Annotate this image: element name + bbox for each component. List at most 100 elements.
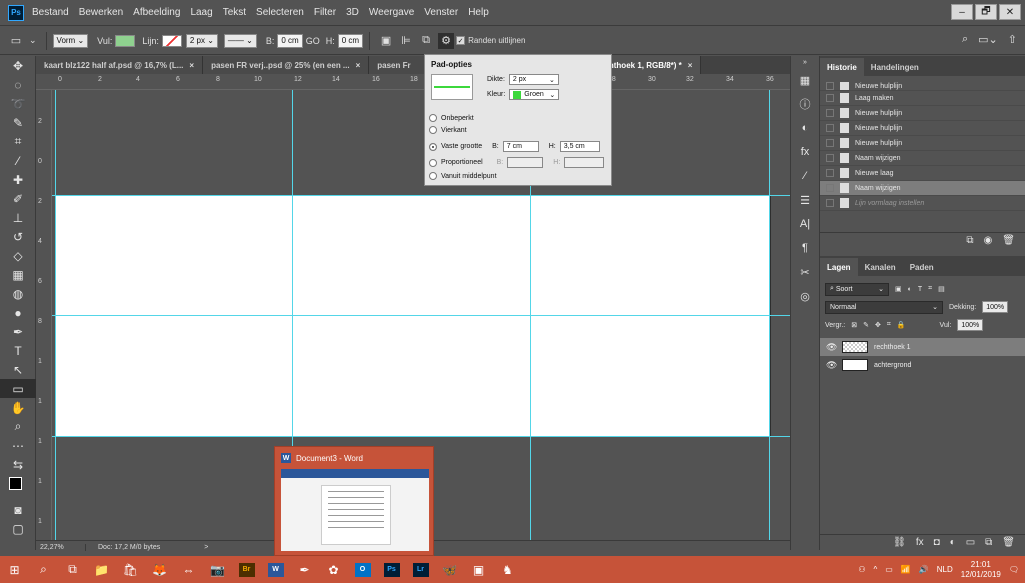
mode-select[interactable]: Vorm ⌄: [52, 33, 89, 48]
link-dimensions-icon[interactable]: GO: [306, 36, 320, 46]
rectangle-tool-icon[interactable]: ▭: [8, 33, 24, 49]
menu-help[interactable]: Help: [468, 7, 489, 18]
paint-app-icon[interactable]: ✿: [319, 556, 348, 583]
restore-button[interactable]: 🗗: [975, 4, 997, 20]
lock-position-icon[interactable]: ✥: [875, 321, 881, 329]
close-tab-icon[interactable]: ×: [189, 61, 194, 70]
path-alignment-icon[interactable]: ⊫: [398, 33, 414, 49]
tab-kaart[interactable]: kaart blz122 half af.psd @ 16,7% (L... ×: [36, 56, 204, 74]
character-panel-icon[interactable]: A|: [791, 212, 819, 236]
tab-paths[interactable]: Paden: [903, 258, 941, 276]
history-item-undone[interactable]: Lijn vormlaag instellen: [820, 196, 1025, 211]
stroke-type-select[interactable]: —— ⌄: [223, 33, 257, 48]
link-layers-icon[interactable]: ⛓: [893, 537, 906, 548]
prop-width-input[interactable]: [507, 157, 544, 168]
adjustments-panel-icon[interactable]: ◐: [791, 116, 819, 140]
history-item[interactable]: Laag maken: [820, 91, 1025, 106]
lasso-tool-icon[interactable]: ➰: [0, 94, 36, 113]
history-item[interactable]: Nieuwe hulplijn: [820, 136, 1025, 151]
prop-height-input[interactable]: [564, 157, 605, 168]
dodge-tool-icon[interactable]: ●: [0, 303, 36, 322]
menu-bestand[interactable]: Bestand: [32, 7, 69, 18]
word-app-icon[interactable]: W: [261, 556, 290, 583]
menu-3d[interactable]: 3D: [346, 7, 359, 18]
menu-venster[interactable]: Venster: [424, 7, 458, 18]
clock[interactable]: 21:01 12/01/2019: [961, 560, 1001, 580]
menu-laag[interactable]: Laag: [190, 7, 212, 18]
bridge-icon[interactable]: Br: [232, 556, 261, 583]
menu-bewerken[interactable]: Bewerken: [79, 7, 123, 18]
history-item[interactable]: Naam wijzigen: [820, 151, 1025, 166]
close-tab-icon[interactable]: ×: [688, 61, 693, 70]
healing-brush-tool-icon[interactable]: ✚: [0, 170, 36, 189]
delete-layer-icon[interactable]: 🗑: [1002, 537, 1015, 548]
history-item-selected[interactable]: Naam wijzigen: [820, 181, 1025, 196]
language-indicator[interactable]: NLD: [937, 565, 953, 574]
brush-tool-icon[interactable]: ✐: [0, 189, 36, 208]
visibility-eye-icon[interactable]: 👁: [826, 342, 837, 353]
zoom-level[interactable]: 22,27%: [36, 544, 86, 551]
properties-panel-icon[interactable]: ☰: [791, 188, 819, 212]
stroke-swatch[interactable]: [161, 34, 182, 47]
tool-preset-chevron-icon[interactable]: ⌄: [29, 35, 37, 46]
gear-icon[interactable]: ⚙: [438, 32, 455, 49]
move-tool-icon[interactable]: ✥: [0, 56, 36, 75]
tab-pasen-fr-verj[interactable]: pasen FR verj..psd @ 25% (en een ... ×: [203, 56, 370, 74]
lock-artboard-icon[interactable]: ⌗: [887, 321, 891, 329]
layer-row[interactable]: 👁 rechthoek 1: [820, 338, 1025, 356]
thickness-select[interactable]: 2 px ⌄: [508, 74, 559, 85]
radio-fixed-size[interactable]: [429, 142, 437, 151]
hand-tool-icon[interactable]: ✋: [0, 398, 36, 417]
fill-swatch[interactable]: [115, 34, 136, 47]
lock-transparency-icon[interactable]: ⊠: [851, 321, 857, 329]
clone-stamp-tool-icon[interactable]: ⊥: [0, 208, 36, 227]
stroke-width-select[interactable]: 2 px ⌄: [185, 33, 218, 48]
tab-actions[interactable]: Handelingen: [864, 58, 926, 76]
network-icon[interactable]: 📶: [901, 565, 911, 574]
teamviewer-icon[interactable]: ⇔: [174, 556, 203, 583]
filter-shape-icon[interactable]: ⌗: [928, 285, 932, 293]
task-view-icon[interactable]: ⧉: [58, 556, 87, 583]
layer-filter-select[interactable]: ⌕ Soort ⌄: [825, 282, 889, 296]
media-app-icon[interactable]: ▣: [464, 556, 493, 583]
close-button[interactable]: ✕: [999, 4, 1021, 20]
history-brush-tool-icon[interactable]: ↺: [0, 227, 36, 246]
share-icon[interactable]: ⇧: [1008, 33, 1017, 46]
windows-start-icon[interactable]: ⊞: [0, 556, 29, 583]
history-item[interactable]: Nieuwe hulplijn: [820, 106, 1025, 121]
tab-channels[interactable]: Kanalen: [858, 258, 903, 276]
opacity-input[interactable]: 100%: [982, 301, 1009, 313]
rectangle-tool-icon[interactable]: ▭: [0, 379, 36, 398]
tab-history[interactable]: Historie: [820, 58, 864, 76]
new-document-from-state-icon[interactable]: ⧉: [966, 235, 973, 246]
butterfly-app-icon[interactable]: 🦋: [435, 556, 464, 583]
marquee-tool-icon[interactable]: ◌: [0, 75, 36, 94]
minimize-button[interactable]: –: [951, 4, 973, 20]
channels-panel-icon[interactable]: ◎: [791, 284, 819, 308]
screen-mode-icon[interactable]: ▢: [0, 519, 36, 538]
height-input[interactable]: 0 cm: [337, 33, 364, 48]
radio-proportional[interactable]: [429, 158, 437, 167]
new-group-icon[interactable]: ▭: [966, 537, 975, 548]
filter-adjustment-icon[interactable]: ◐: [908, 286, 912, 293]
lock-pixels-icon[interactable]: ✎: [863, 321, 869, 329]
tray-chevron-icon[interactable]: ^: [874, 565, 878, 574]
quick-select-tool-icon[interactable]: ✎: [0, 113, 36, 132]
foreground-background-colors-icon[interactable]: [0, 474, 36, 500]
filter-type-icon[interactable]: T: [918, 286, 922, 293]
search-icon[interactable]: ⌕: [29, 556, 58, 583]
new-layer-icon[interactable]: ⧉: [985, 537, 992, 548]
quick-mask-icon[interactable]: ◙: [0, 500, 36, 519]
path-arrangement-icon[interactable]: ⧉: [418, 33, 434, 49]
workspace-icon[interactable]: ▭⌄: [978, 33, 998, 46]
outlook-icon[interactable]: O: [348, 556, 377, 583]
menu-selecteren[interactable]: Selecteren: [256, 7, 304, 18]
word-taskbar-preview[interactable]: W Document3 - Word: [274, 446, 434, 556]
lock-all-icon[interactable]: 🔒: [897, 321, 906, 329]
photoshop-app-icon[interactable]: Ps: [377, 556, 406, 583]
volume-icon[interactable]: 🔊: [919, 565, 929, 574]
gradient-tool-icon[interactable]: ▦: [0, 265, 36, 284]
history-item[interactable]: Nieuwe laag: [820, 166, 1025, 181]
store-icon[interactable]: 🛍: [116, 556, 145, 583]
layer-style-icon[interactable]: fx: [916, 537, 924, 548]
